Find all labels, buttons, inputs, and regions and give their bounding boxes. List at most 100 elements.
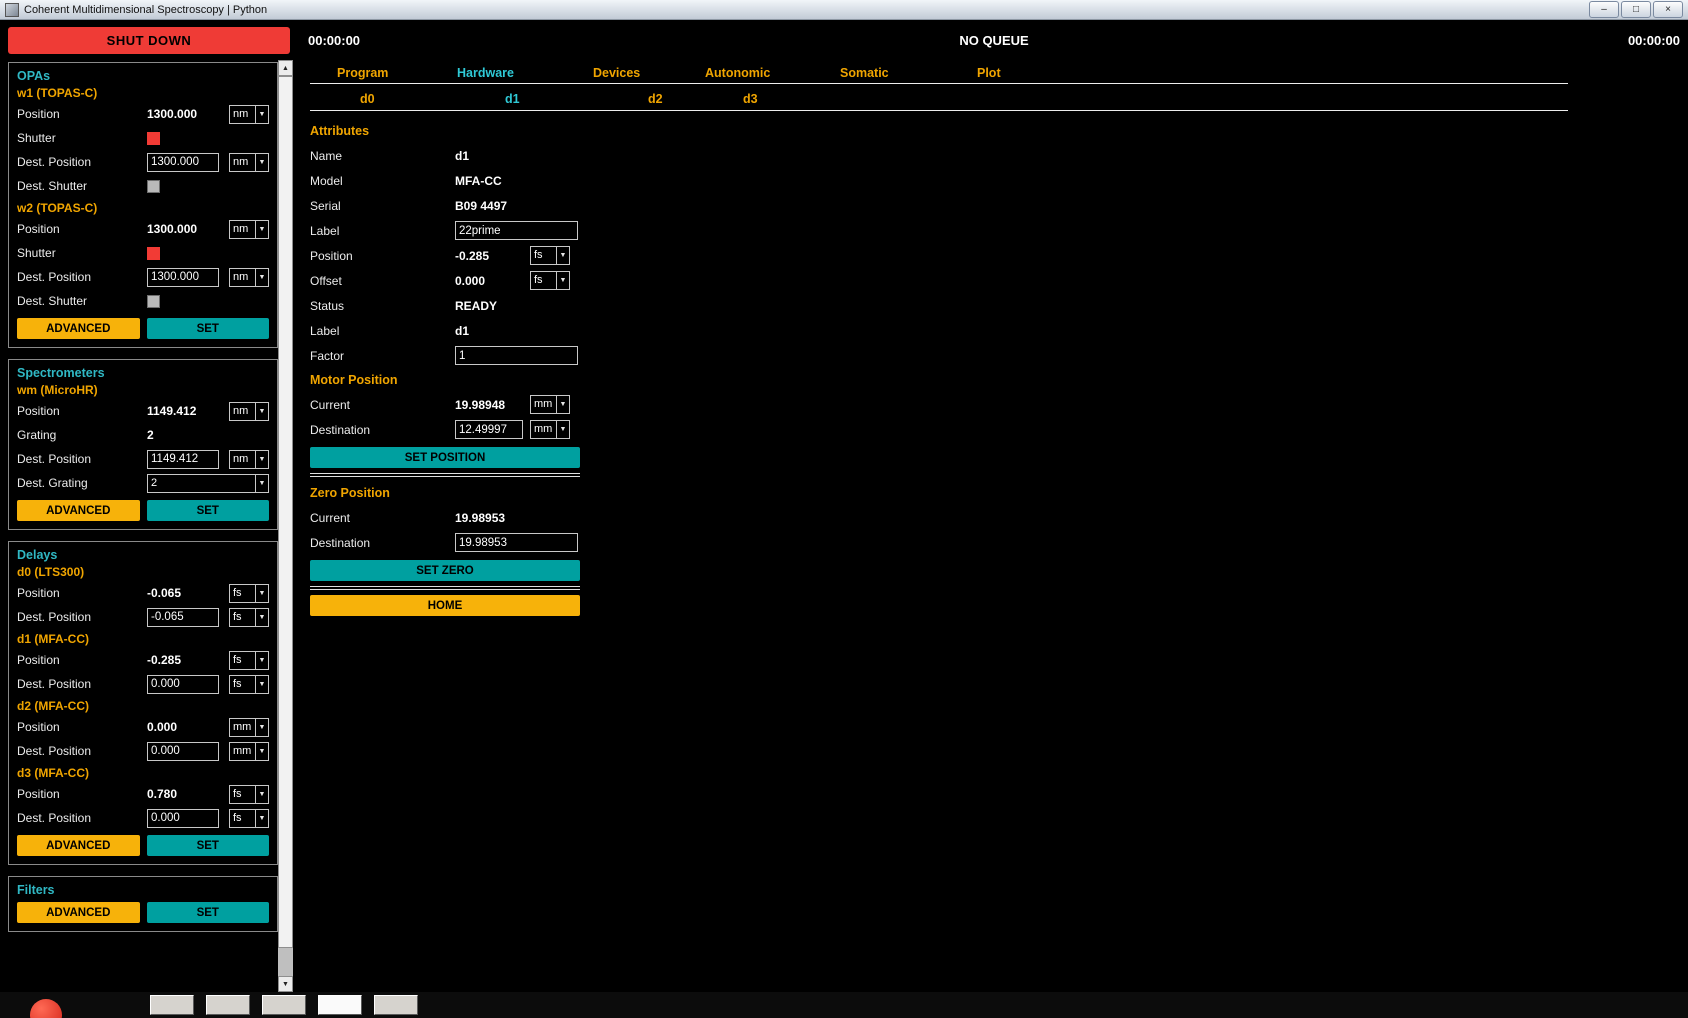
serial-label: Serial: [310, 199, 455, 213]
grating-value: 2: [147, 428, 219, 442]
advanced-button[interactable]: ADVANCED: [17, 902, 140, 923]
dest-position-input[interactable]: [147, 675, 219, 694]
set-zero-button[interactable]: SET ZERO: [310, 560, 580, 581]
taskbar-window-button[interactable]: [318, 995, 362, 1015]
tab-d2[interactable]: d2: [648, 92, 743, 106]
position-units-select[interactable]: fs ▼: [229, 584, 269, 603]
position-units-select[interactable]: fs ▼: [229, 785, 269, 804]
factor-input[interactable]: [455, 346, 578, 365]
dest-grating-value: 2: [148, 475, 255, 492]
tab-d0[interactable]: d0: [360, 92, 505, 106]
position-units-select[interactable]: mm ▼: [229, 718, 269, 737]
dest-shutter-checkbox[interactable]: [147, 180, 160, 193]
set-button[interactable]: SET: [147, 318, 270, 339]
hardware-name: d0 (LTS300): [17, 565, 269, 579]
destination-units-select[interactable]: mm ▼: [530, 420, 570, 439]
scrollbar-thumb[interactable]: [278, 76, 293, 948]
taskbar-window-button[interactable]: [150, 995, 194, 1015]
hardware-name: w1 (TOPAS-C): [17, 86, 269, 100]
position-units-select[interactable]: nm ▼: [229, 402, 269, 421]
label-label: Label: [310, 324, 455, 338]
queue-status: NO QUEUE: [360, 33, 1628, 48]
home-button[interactable]: HOME: [310, 595, 580, 616]
position-units-select[interactable]: nm ▼: [229, 220, 269, 239]
tab-plot[interactable]: Plot: [977, 66, 1037, 80]
tab-autonomic[interactable]: Autonomic: [705, 66, 840, 80]
tab-devices[interactable]: Devices: [593, 66, 705, 80]
tab-somatic[interactable]: Somatic: [840, 66, 977, 80]
dest-position-units-select[interactable]: mm ▼: [229, 742, 269, 761]
section-title: Spectrometers: [17, 366, 269, 380]
label-row: Label: [310, 218, 1688, 243]
current-row: Current 19.98953: [310, 505, 1688, 530]
chevron-down-icon: ▼: [255, 585, 268, 602]
chevron-down-icon: ▼: [255, 451, 268, 468]
dest-position-input[interactable]: [147, 153, 219, 172]
destination-input[interactable]: [455, 420, 523, 439]
current-units-select[interactable]: mm ▼: [530, 395, 570, 414]
name-value: d1: [455, 149, 530, 163]
taskbar-window-button[interactable]: [206, 995, 250, 1015]
set-button[interactable]: SET: [147, 902, 270, 923]
tab-program[interactable]: Program: [337, 66, 457, 80]
dest-position-units-select[interactable]: nm ▼: [229, 450, 269, 469]
serial-value: B09 4497: [455, 199, 530, 213]
label-input[interactable]: [455, 221, 578, 240]
advanced-button[interactable]: ADVANCED: [17, 500, 140, 521]
dest-position-input[interactable]: [147, 268, 219, 287]
shutdown-button[interactable]: SHUT DOWN: [8, 27, 290, 54]
dest-position-units-select[interactable]: fs ▼: [229, 809, 269, 828]
dest-position-units-select[interactable]: fs ▼: [229, 675, 269, 694]
position-value: 1149.412: [147, 404, 219, 418]
dest-shutter-row: Dest. Shutter: [17, 289, 269, 313]
set-position-button[interactable]: SET POSITION: [310, 447, 580, 468]
current-row: Current 19.98948 mm ▼: [310, 392, 1688, 417]
app-icon: [5, 3, 19, 17]
position-value: -0.065: [147, 586, 219, 600]
taskbar-app-icon[interactable]: [30, 999, 62, 1018]
tab-d3[interactable]: d3: [743, 92, 803, 106]
section-buttons: ADVANCED SET: [17, 835, 269, 856]
taskbar-window-button[interactable]: [374, 995, 418, 1015]
chevron-down-icon: ▼: [556, 396, 569, 413]
units-value: fs: [230, 652, 255, 669]
close-button[interactable]: ×: [1653, 1, 1683, 18]
label2-row: Label d1: [310, 318, 1688, 343]
dest-position-units-select[interactable]: nm ▼: [229, 268, 269, 287]
position-row: Position -0.065 fs ▼: [17, 581, 269, 605]
dest-position-units-select[interactable]: nm ▼: [229, 153, 269, 172]
dest-position-input[interactable]: [147, 450, 219, 469]
offset-label: Offset: [310, 274, 455, 288]
advanced-button[interactable]: ADVANCED: [17, 318, 140, 339]
dest-position-input[interactable]: [147, 809, 219, 828]
position-units-select[interactable]: fs ▼: [229, 651, 269, 670]
app-topbar: SHUT DOWN 00:00:00 NO QUEUE 00:00:00: [0, 20, 1688, 60]
sidebar-scrollbar[interactable]: ▲ ▼: [278, 60, 293, 992]
offset-units-select[interactable]: fs ▼: [530, 271, 570, 290]
dest-position-units-select[interactable]: fs ▼: [229, 608, 269, 627]
offset-row: Offset 0.000 fs ▼: [310, 268, 1688, 293]
dest-position-input[interactable]: [147, 608, 219, 627]
set-button[interactable]: SET: [147, 500, 270, 521]
taskbar-window-button[interactable]: [262, 995, 306, 1015]
position-row: Position 1300.000 nm ▼: [17, 102, 269, 126]
label-label: Label: [310, 224, 455, 238]
dest-shutter-checkbox[interactable]: [147, 295, 160, 308]
position-value: 1300.000: [147, 222, 219, 236]
tab-hardware[interactable]: Hardware: [457, 66, 593, 80]
scroll-down-arrow-icon[interactable]: ▼: [278, 976, 293, 992]
dest-position-input[interactable]: [147, 742, 219, 761]
position-units-select[interactable]: fs ▼: [530, 246, 570, 265]
maximize-button[interactable]: □: [1621, 1, 1651, 18]
scroll-up-arrow-icon[interactable]: ▲: [278, 60, 293, 76]
minimize-button[interactable]: –: [1589, 1, 1619, 18]
advanced-button[interactable]: ADVANCED: [17, 835, 140, 856]
units-value: fs: [531, 247, 556, 264]
units-value: mm: [531, 396, 556, 413]
position-value: 1300.000: [147, 107, 219, 121]
tab-d1[interactable]: d1: [505, 92, 648, 106]
dest-grating-select[interactable]: 2 ▼: [147, 474, 269, 493]
position-units-select[interactable]: nm ▼: [229, 105, 269, 124]
zero-destination-input[interactable]: [455, 533, 578, 552]
set-button[interactable]: SET: [147, 835, 270, 856]
